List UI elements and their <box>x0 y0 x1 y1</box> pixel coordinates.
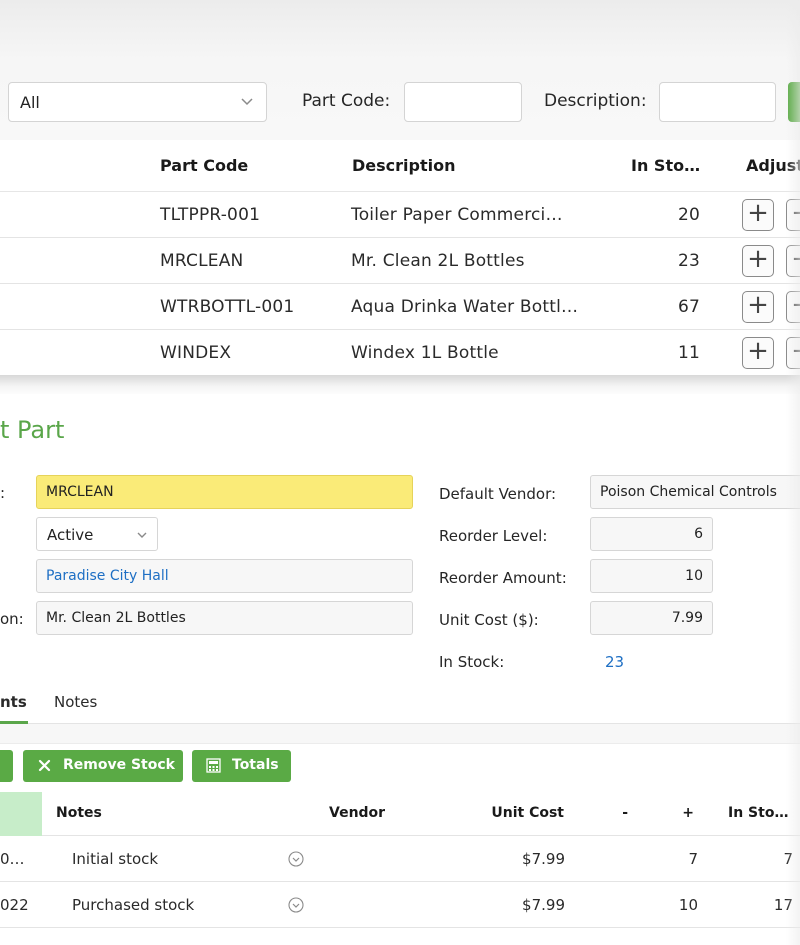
column-header-part-code[interactable]: Part Code <box>160 156 248 175</box>
tab-adjustments[interactable]: nts <box>0 693 27 711</box>
category-filter-select[interactable]: All <box>8 82 267 122</box>
table-row[interactable]: 022 Purchased stock $7.99 10 17 <box>0 882 800 928</box>
unit-cost-label: Unit Cost ($): <box>439 611 539 629</box>
column-header-in-stock[interactable]: In Sto… <box>728 805 788 821</box>
plus-cell: 10 <box>678 896 698 914</box>
description-filter-label: Description: <box>544 91 647 111</box>
in-stock-cell: 23 <box>677 251 700 271</box>
column-header-adjust: Adjust <box>746 156 800 175</box>
add-stock-button[interactable]: + <box>742 291 774 323</box>
parts-list-window: All Part Code: Description: Part Code De… <box>0 0 800 380</box>
remove-stock-label: Remove Stock <box>63 757 175 773</box>
parts-table-header: Part Code Description In Sto… Adjust <box>0 140 800 192</box>
part-code-filter-input[interactable] <box>404 82 522 122</box>
column-header-vendor[interactable]: Vendor <box>329 805 385 821</box>
description-cell: Toiler Paper Commerci… <box>351 205 563 225</box>
in-stock-cell: 20 <box>677 205 700 225</box>
table-row[interactable]: TLTPPR-001 Toiler Paper Commerci… 20 + − <box>0 192 800 238</box>
part-code-cell: WINDEX <box>160 343 232 363</box>
reorder-amount-label: Reorder Amount: <box>439 569 567 587</box>
reorder-amount-field[interactable]: 10 <box>590 559 713 593</box>
column-header-in-stock[interactable]: In Sto… <box>631 156 700 175</box>
detail-tabs: nts Notes <box>0 684 800 724</box>
status-select[interactable]: Active <box>36 517 158 551</box>
column-header-notes[interactable]: Notes <box>56 805 102 821</box>
part-code-cell: MRCLEAN <box>160 251 244 271</box>
add-stock-button[interactable]: + <box>742 245 774 277</box>
status-value: Active <box>47 526 94 544</box>
description-filter-input[interactable] <box>659 82 776 122</box>
column-header-description[interactable]: Description <box>352 156 455 175</box>
add-stock-button[interactable]: + <box>742 337 774 369</box>
reorder-level-field[interactable]: 6 <box>590 517 713 551</box>
date-cell: 022 <box>0 896 29 914</box>
tab-notes[interactable]: Notes <box>54 693 97 711</box>
table-row[interactable]: WINDEX Windex 1L Bottle 11 + − <box>0 330 800 376</box>
ledger-table-header: Notes Vendor Unit Cost - + In Sto… <box>0 792 800 836</box>
location-field[interactable]: Paradise City Hall <box>36 559 413 593</box>
notes-cell: Initial stock <box>72 850 159 868</box>
description-label: on: <box>0 610 24 628</box>
chevron-circle-down-icon[interactable] <box>288 851 304 867</box>
table-row[interactable]: MRCLEAN Mr. Clean 2L Bottles 23 + − <box>0 238 800 284</box>
category-filter-value: All <box>20 93 40 112</box>
column-header-date-sorted[interactable] <box>0 792 42 836</box>
description-cell: Mr. Clean 2L Bottles <box>351 251 525 271</box>
unit-cost-cell: $7.99 <box>522 896 565 914</box>
panel-title: t Part <box>0 416 65 444</box>
chevron-circle-down-icon[interactable] <box>288 897 304 913</box>
calculator-icon <box>206 758 221 773</box>
remove-stock-action-button[interactable]: Remove Stock <box>23 750 183 782</box>
part-code-cell: WTRBOTTL-001 <box>160 297 295 317</box>
search-button[interactable] <box>788 82 800 122</box>
remove-stock-button[interactable]: − <box>786 199 800 231</box>
totals-button[interactable]: Totals <box>192 750 291 782</box>
description-cell: Aqua Drinka Water Bottl… <box>351 297 579 317</box>
plus-cell: 7 <box>688 850 698 868</box>
unit-cost-cell: $7.99 <box>522 850 565 868</box>
notes-cell: Purchased stock <box>72 896 195 914</box>
in-stock-cell: 11 <box>677 343 700 363</box>
description-field[interactable]: Mr. Clean 2L Bottles <box>36 601 413 635</box>
part-code-field[interactable]: MRCLEAN <box>36 475 413 509</box>
remove-stock-button[interactable]: − <box>786 337 800 369</box>
table-row[interactable]: WTRBOTTL-001 Aqua Drinka Water Bottl… 67… <box>0 284 800 330</box>
part-code-cell: TLTPPR-001 <box>160 205 261 225</box>
in-stock-cell: 7 <box>783 850 793 868</box>
reorder-level-label: Reorder Level: <box>439 527 548 545</box>
part-code-label: : <box>0 484 6 502</box>
in-stock-cell: 67 <box>677 297 700 317</box>
in-stock-label: In Stock: <box>439 653 505 671</box>
date-cell: 0… <box>0 850 25 868</box>
add-stock-action-button[interactable] <box>0 750 13 782</box>
column-header-unit-cost[interactable]: Unit Cost <box>464 805 564 821</box>
in-stock-value[interactable]: 23 <box>605 653 624 671</box>
column-header-minus[interactable]: - <box>598 805 628 821</box>
totals-label: Totals <box>232 757 279 773</box>
part-code-filter-label: Part Code: <box>302 91 391 111</box>
table-row[interactable]: 0… Initial stock $7.99 7 7 <box>0 836 800 882</box>
toolbar-divider <box>0 724 800 744</box>
default-vendor-field[interactable]: Poison Chemical Controls <box>590 475 800 509</box>
close-icon <box>38 759 51 772</box>
column-header-plus[interactable]: + <box>664 805 694 821</box>
chevron-down-icon <box>137 532 147 538</box>
default-vendor-label: Default Vendor: <box>439 485 557 503</box>
edit-part-panel: t Part : MRCLEAN Active Paradise City Ha… <box>0 394 800 945</box>
description-cell: Windex 1L Bottle <box>351 343 499 363</box>
in-stock-cell: 17 <box>773 896 793 914</box>
unit-cost-field[interactable]: 7.99 <box>590 601 713 635</box>
remove-stock-button[interactable]: − <box>786 245 800 277</box>
remove-stock-button[interactable]: − <box>786 291 800 323</box>
add-stock-button[interactable]: + <box>742 199 774 231</box>
chevron-down-icon <box>241 98 253 106</box>
